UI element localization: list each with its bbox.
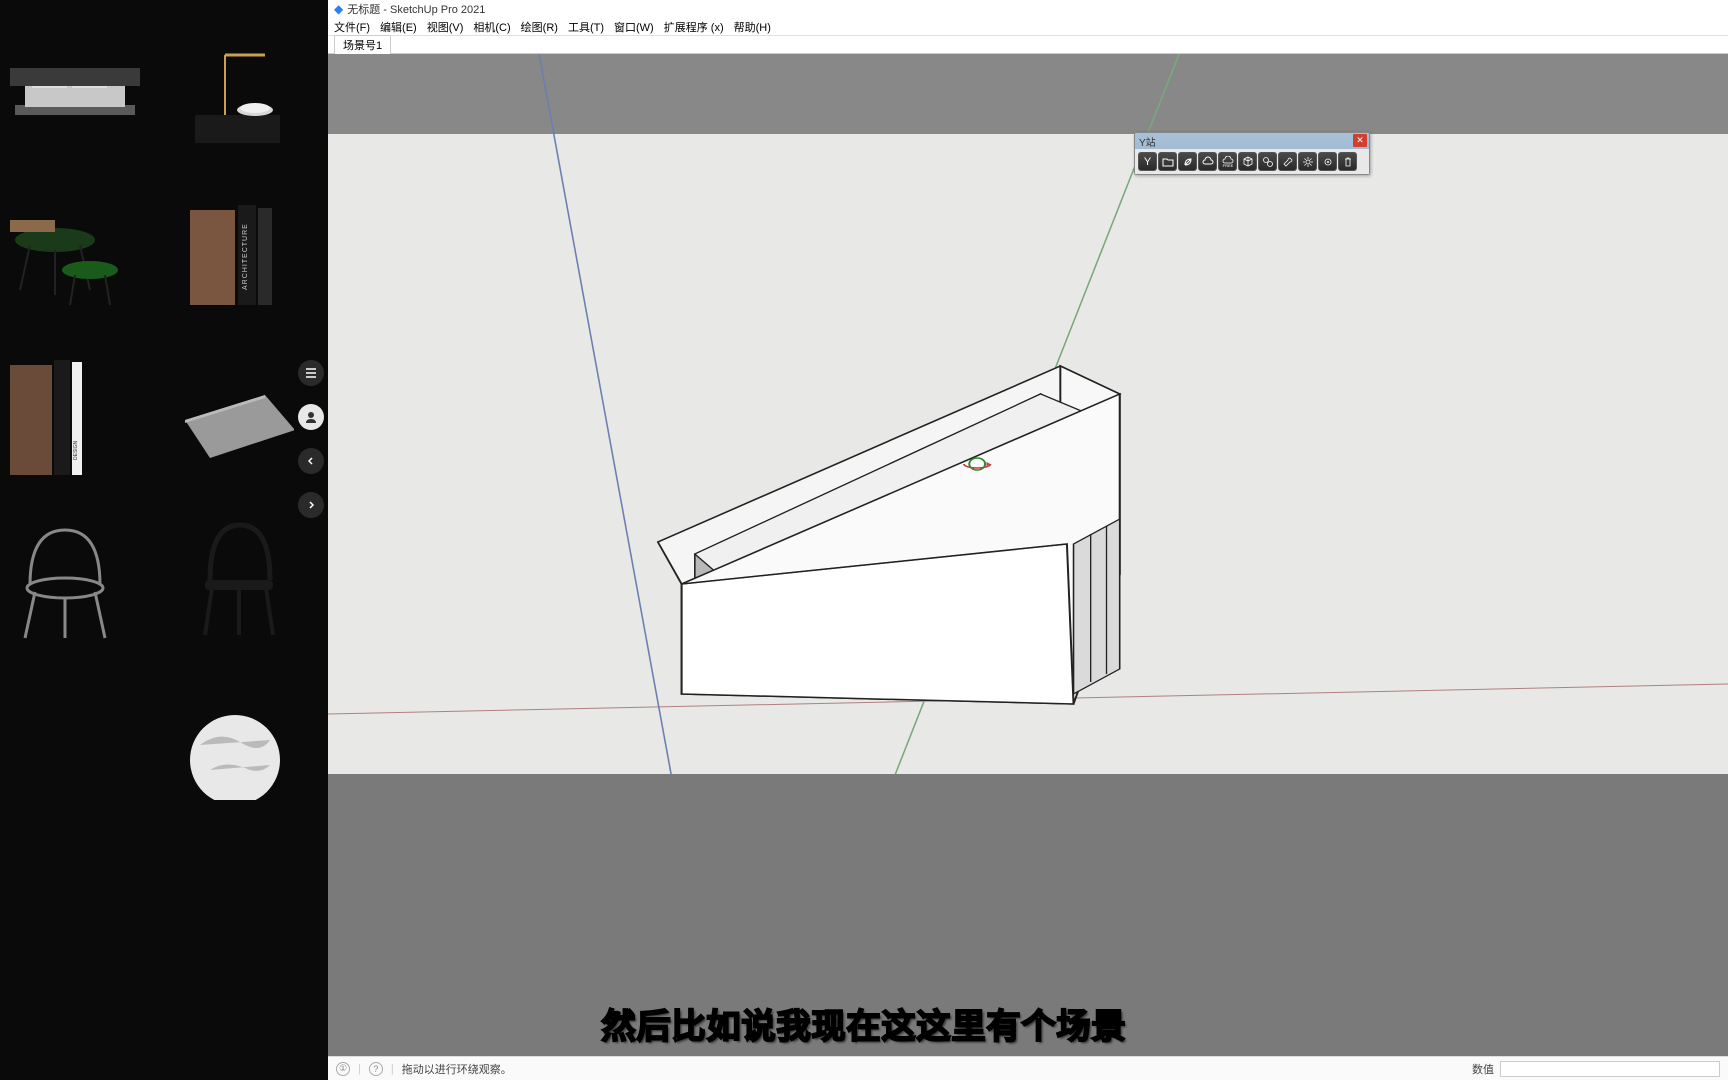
separator: | <box>358 1063 361 1075</box>
asset-panel: ARCHITECTURE DESIGN <box>0 0 328 1080</box>
group-icon[interactable] <box>1258 152 1277 171</box>
status-value-label: 数值 <box>1472 1061 1494 1077</box>
chevron-right-icon[interactable] <box>298 492 324 518</box>
asset-chair-black[interactable] <box>170 510 294 640</box>
svg-text:FREE: FREE <box>1222 163 1233 168</box>
status-bar: ① | ? | 拖动以进行环绕观察。 数值 <box>328 1056 1728 1080</box>
asset-rug[interactable] <box>170 350 294 480</box>
avatar-icon[interactable] <box>298 404 324 430</box>
main-window: ◆ 无标题 - SketchUp Pro 2021 文件(F) 编辑(E) 视图… <box>328 0 1728 1080</box>
menu-draw[interactable]: 绘图(R) <box>521 19 558 35</box>
asset-globe[interactable] <box>170 670 294 800</box>
asset-books-2[interactable]: DESIGN <box>10 350 140 480</box>
measurement-input[interactable] <box>1500 1061 1720 1077</box>
video-subtitle: 然后比如说我现在这这里有个场景 <box>602 999 1127 1048</box>
asset-coffee-table[interactable] <box>10 190 140 320</box>
scene-tab-1[interactable]: 场景号1 <box>334 35 391 54</box>
menu-edit[interactable]: 编辑(E) <box>380 19 417 35</box>
asset-chair-wire[interactable] <box>10 510 140 640</box>
settings-icon[interactable] <box>1318 152 1337 171</box>
toolbar-header[interactable]: Y站 ✕ <box>1135 133 1369 149</box>
cube-icon[interactable] <box>1238 152 1257 171</box>
asset-books-1[interactable]: ARCHITECTURE <box>170 190 294 320</box>
toolbar-title: Y站 <box>1139 134 1156 149</box>
asset-blank[interactable] <box>10 670 140 800</box>
leaf-icon[interactable] <box>1178 152 1197 171</box>
close-icon[interactable]: ✕ <box>1353 134 1367 147</box>
chevron-left-icon[interactable] <box>298 448 324 474</box>
asset-bed[interactable] <box>10 30 140 160</box>
app-logo-icon: ◆ <box>334 2 343 16</box>
menu-camera[interactable]: 相机(C) <box>473 19 510 35</box>
viewport-3d[interactable] <box>328 54 1728 1056</box>
folder-icon[interactable] <box>1158 152 1177 171</box>
cloud-free-icon[interactable]: FREE <box>1218 152 1237 171</box>
menu-view[interactable]: 视图(V) <box>427 19 464 35</box>
asset-nightstand-lamp[interactable] <box>170 30 294 160</box>
menu-help[interactable]: 帮助(H) <box>734 19 771 35</box>
menu-window[interactable]: 窗口(W) <box>614 19 654 35</box>
panel-controls <box>294 360 328 518</box>
extension-toolbar[interactable]: Y站 ✕ Y FREE <box>1134 132 1370 175</box>
toolbar-body: Y FREE <box>1135 149 1369 174</box>
menu-tools[interactable]: 工具(T) <box>568 19 604 35</box>
scene-tabs: 场景号1 <box>328 36 1728 54</box>
gear-icon[interactable] <box>1298 152 1317 171</box>
title-bar: ◆ 无标题 - SketchUp Pro 2021 <box>328 0 1728 18</box>
help-icon[interactable]: ? <box>369 1062 383 1076</box>
menu-file[interactable]: 文件(F) <box>334 19 370 35</box>
status-hint: 拖动以进行环绕观察。 <box>402 1061 512 1077</box>
menu-bar: 文件(F) 编辑(E) 视图(V) 相机(C) 绘图(R) 工具(T) 窗口(W… <box>328 18 1728 36</box>
info-icon[interactable]: ① <box>336 1062 350 1076</box>
cloud-icon[interactable] <box>1198 152 1217 171</box>
window-title: 无标题 - SketchUp Pro 2021 <box>347 1 485 17</box>
menu-extensions[interactable]: 扩展程序 (x) <box>664 19 724 35</box>
svg-text:DESIGN: DESIGN <box>73 440 79 460</box>
y-icon[interactable]: Y <box>1138 152 1157 171</box>
svg-text:ARCHITECTURE: ARCHITECTURE <box>242 223 249 290</box>
separator: | <box>391 1063 394 1075</box>
asset-gallery[interactable]: ARCHITECTURE DESIGN <box>0 0 294 1080</box>
wrench-icon[interactable] <box>1278 152 1297 171</box>
trash-icon[interactable] <box>1338 152 1357 171</box>
list-icon[interactable] <box>298 360 324 386</box>
